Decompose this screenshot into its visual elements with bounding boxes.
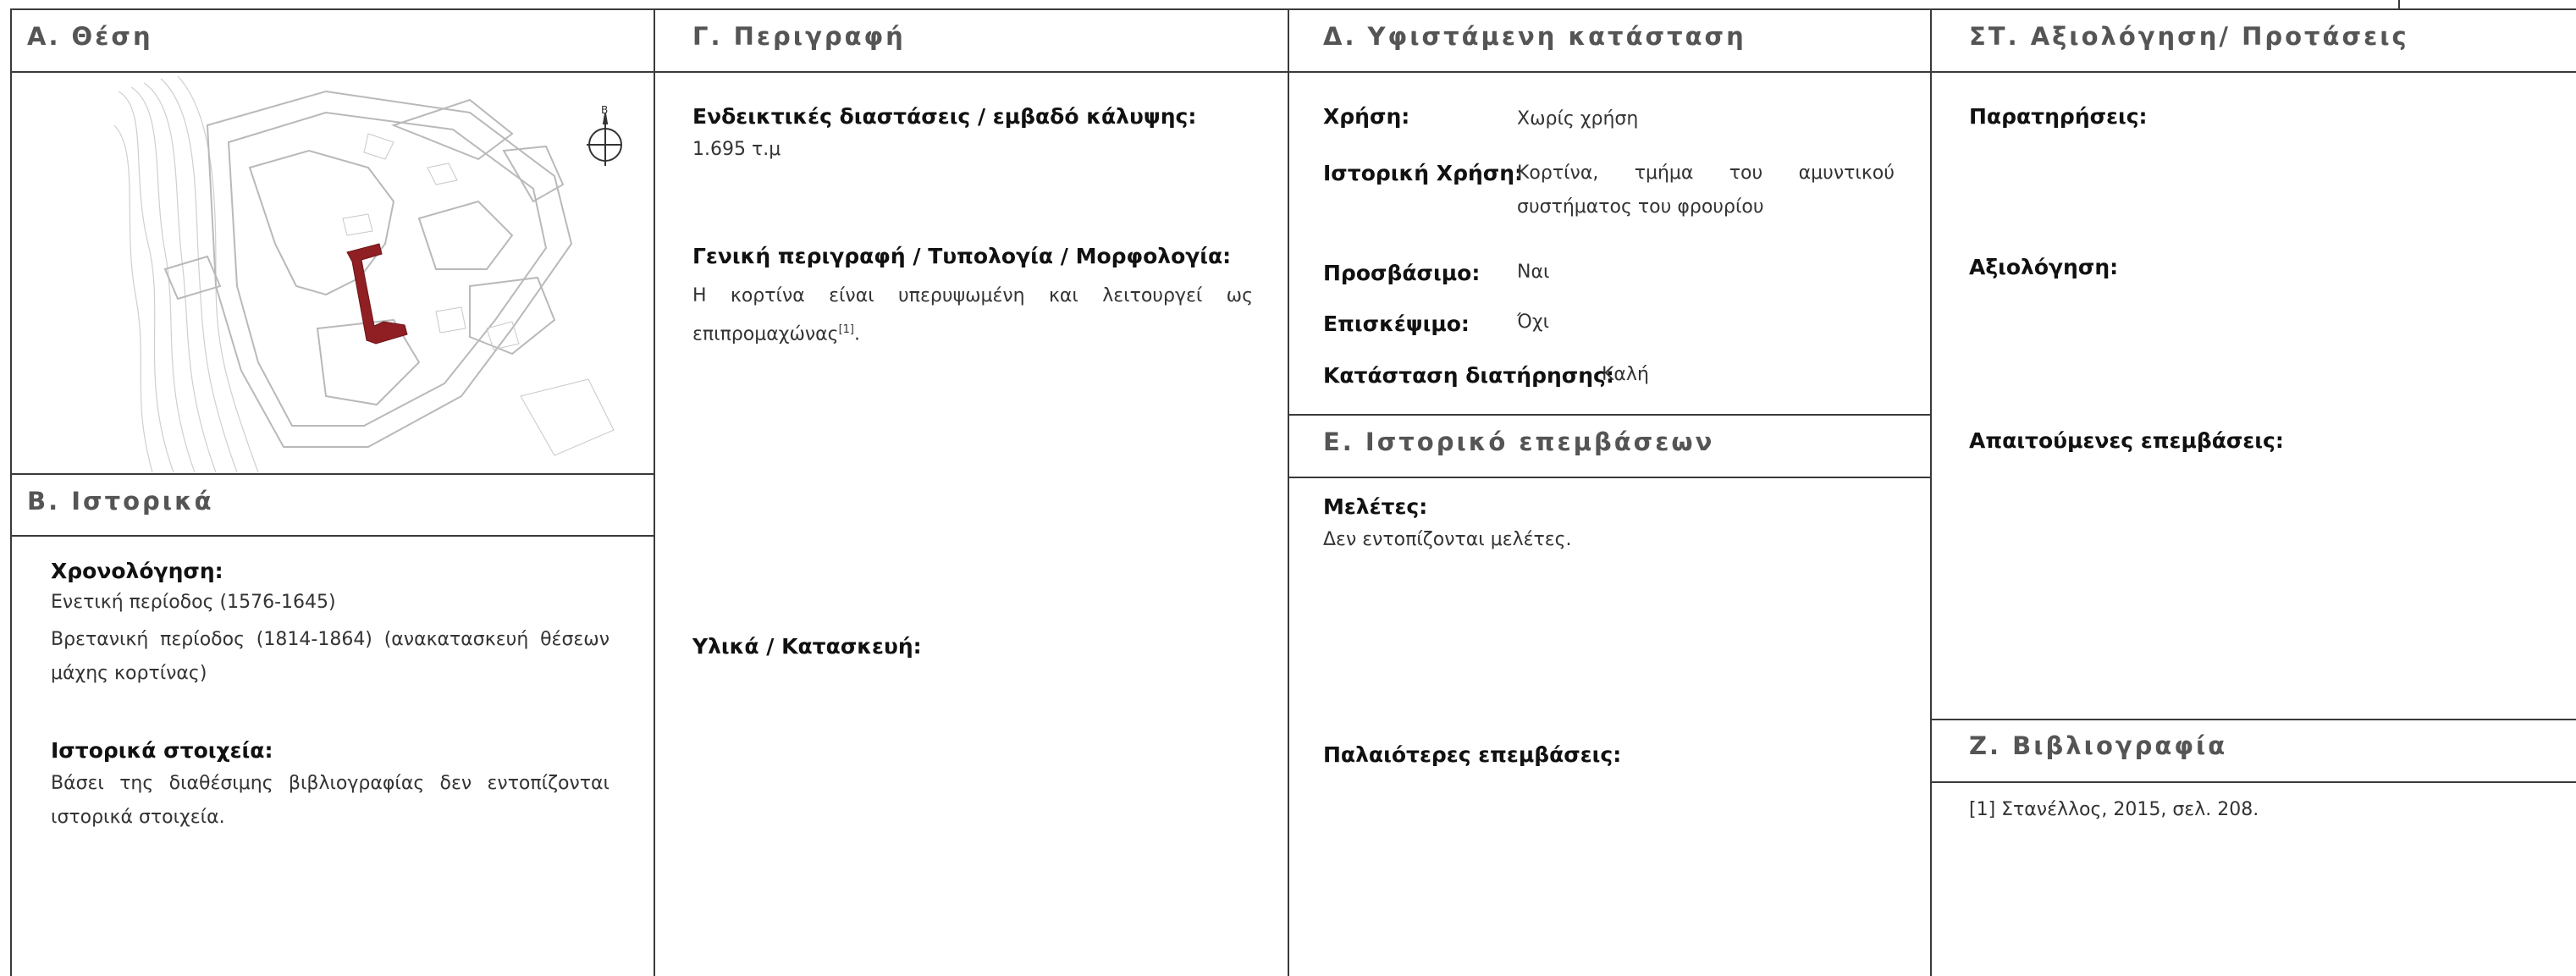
visitable-label: Επισκέψιμο: bbox=[1323, 312, 1470, 336]
left-border bbox=[10, 8, 12, 976]
north-arrow-icon bbox=[587, 113, 622, 166]
accessible-label: Προσβάσιμο: bbox=[1323, 261, 1481, 285]
col-divider-1 bbox=[654, 8, 655, 976]
section-z-title: Ζ. Βιβλιογραφία bbox=[1969, 731, 2228, 760]
bibliography-item: [1] Στανέλλος, 2015, σελ. 208. bbox=[1969, 799, 2259, 820]
section-e-title: Ε. Ιστορικό επεμβάσεων bbox=[1323, 427, 1715, 456]
general-description-end: . bbox=[854, 323, 861, 345]
z-title-bottom bbox=[1930, 781, 2576, 783]
studies-label: Μελέτες: bbox=[1323, 494, 1428, 519]
section-a-title: Α. Θέση bbox=[27, 22, 153, 51]
section-st-title: ΣΤ. Αξιολόγηση/ Προτάσεις bbox=[1969, 22, 2409, 51]
condition-value: Καλή bbox=[1602, 364, 1649, 385]
col-divider-2 bbox=[1288, 8, 1289, 976]
use-value: Χωρίς χρήση bbox=[1517, 108, 1639, 130]
materials-label: Υλικά / Κατασκευή: bbox=[692, 634, 922, 659]
dimensions-label: Ενδεικτικές διαστάσεις / εμβαδό κάλυψης: bbox=[692, 104, 1197, 129]
historical-use-value: Κορτίνα, τμήμα του αμυντικού συστήματος … bbox=[1517, 163, 1895, 218]
accessible-value: Ναι bbox=[1517, 262, 1550, 283]
z-title-top bbox=[1930, 719, 2576, 720]
e-title-bottom bbox=[1288, 477, 1930, 478]
past-interventions-label: Παλαιότερες επεμβάσεις: bbox=[1323, 742, 1622, 767]
north-label: Β bbox=[601, 104, 609, 116]
e-title-top bbox=[1288, 414, 1930, 416]
historical-facts-text: Βάσει της διαθέσιμης βιβλιογραφίας δεν ε… bbox=[51, 773, 610, 828]
section-c-title: Γ. Περιγραφή bbox=[692, 22, 906, 51]
section-b-title: Β. Ιστορικά bbox=[27, 487, 214, 516]
visitable-value: Όχι bbox=[1517, 312, 1550, 333]
dating-line-2: Βρετανική περίοδος (1814-1864) (ανακατασ… bbox=[51, 629, 610, 684]
b-title-bottom bbox=[10, 535, 654, 537]
historical-facts-label: Ιστορικά στοιχεία: bbox=[51, 738, 273, 763]
site-plan-map bbox=[114, 75, 622, 473]
historical-use-label: Ιστορική Χρήση: bbox=[1323, 161, 1524, 185]
use-label: Χρήση: bbox=[1323, 104, 1410, 129]
dating-line-1: Ενετική περίοδος (1576-1645) bbox=[51, 592, 336, 613]
dimensions-value: 1.695 τ.μ bbox=[692, 139, 781, 160]
general-description-label: Γενική περιγραφή / Τυπολογία / Μορφολογί… bbox=[692, 244, 1232, 268]
general-description-text: Η κορτίνα είναι υπερυψωμένη και λειτουργ… bbox=[692, 279, 1253, 351]
top-right-tick bbox=[2398, 0, 2400, 8]
header-rule bbox=[10, 71, 2576, 73]
general-description-body: Η κορτίνα είναι υπερυψωμένη και λειτουργ… bbox=[692, 285, 1253, 345]
condition-label: Κατάσταση διατήρησης: bbox=[1323, 363, 1614, 388]
studies-value: Δεν εντοπίζονται μελέτες. bbox=[1323, 529, 1572, 550]
top-border bbox=[10, 8, 2576, 10]
evaluation-label: Αξιολόγηση: bbox=[1969, 255, 2119, 279]
section-d-title: Δ. Υφιστάμενη κατάσταση bbox=[1323, 22, 1746, 51]
remarks-label: Παρατηρήσεις: bbox=[1969, 104, 2148, 129]
dating-label: Χρονολόγηση: bbox=[51, 559, 223, 583]
general-description-ref: [1] bbox=[838, 323, 855, 336]
col-divider-3 bbox=[1930, 8, 1932, 976]
required-interventions-label: Απαιτούμενες επεμβάσεις: bbox=[1969, 428, 2284, 453]
